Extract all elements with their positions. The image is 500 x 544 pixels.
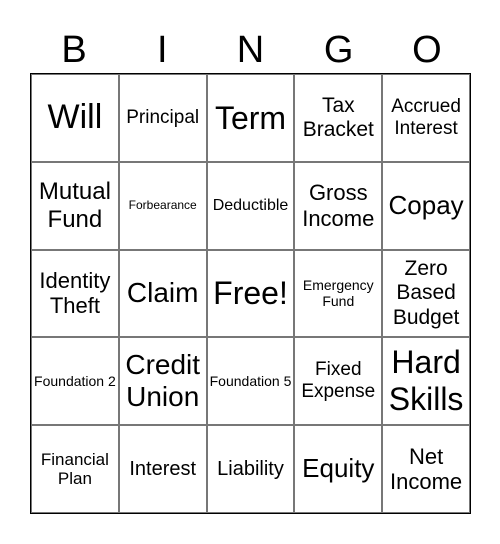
bingo-cell[interactable]: Zero Based Budget — [382, 249, 470, 338]
bingo-cell[interactable]: Gross Income — [294, 161, 383, 250]
bingo-cell[interactable]: Identity Theft — [31, 249, 119, 338]
bingo-cell[interactable]: Liability — [206, 425, 295, 513]
header-letter: G — [323, 29, 354, 71]
bingo-cell[interactable]: Copay — [382, 161, 470, 250]
header-letter: O — [412, 29, 442, 71]
bingo-cell[interactable]: Will — [31, 74, 119, 162]
bingo-cell[interactable]: Term — [206, 74, 295, 162]
bingo-cell[interactable]: Hard Skills — [382, 337, 470, 426]
bingo-header: BINGO — [30, 28, 471, 72]
bingo-cell[interactable]: Free! — [206, 249, 295, 338]
bingo-cell[interactable]: Tax Bracket — [294, 74, 383, 162]
bingo-cell[interactable]: Claim — [118, 249, 207, 338]
bingo-cell[interactable]: Forbearance — [118, 161, 207, 250]
bingo-cell[interactable]: Credit Union — [118, 337, 207, 426]
header-letter: N — [236, 29, 265, 71]
header-letter: B — [61, 29, 87, 71]
bingo-cell[interactable]: Mutual Fund — [31, 161, 119, 250]
bingo-cell[interactable]: Net Income — [382, 425, 470, 513]
bingo-cell[interactable]: Equity — [294, 425, 383, 513]
bingo-cell[interactable]: Emergency Fund — [294, 249, 383, 338]
bingo-cell[interactable]: Deductible — [206, 161, 295, 250]
bingo-cell[interactable]: Foundation 5 — [206, 337, 295, 426]
header-letter: I — [157, 29, 168, 71]
bingo-cell[interactable]: Accrued Interest — [382, 74, 470, 162]
bingo-cell[interactable]: Foundation 2 — [31, 337, 119, 426]
bingo-cell[interactable]: Interest — [118, 425, 207, 513]
bingo-cell[interactable]: Fixed Expense — [294, 337, 383, 426]
bingo-grid: Will Principal Term Tax Bracket Accrued Inte… — [30, 73, 471, 514]
bingo-cell[interactable]: Principal — [118, 74, 207, 162]
bingo-cell[interactable]: Financial Plan — [31, 425, 119, 513]
